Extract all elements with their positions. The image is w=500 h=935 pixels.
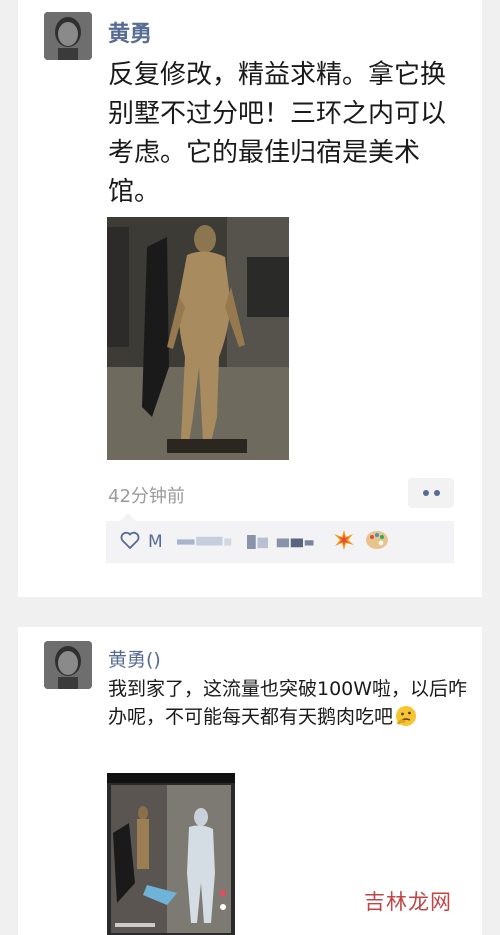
post-timestamp: 42分钟前 xyxy=(108,486,185,507)
liker-name[interactable]: M xyxy=(148,532,163,552)
moment-post-1: 黄勇 反复修改，精益求精。拿它换别墅不过分吧！三环之内可以考虑。它的最佳归宿是美… xyxy=(18,0,482,597)
avatar[interactable] xyxy=(44,12,92,60)
heart-icon xyxy=(120,531,140,553)
avatar[interactable] xyxy=(44,641,92,689)
thinking-emoji-icon xyxy=(395,705,417,735)
dot xyxy=(433,490,440,496)
more-dots-icon[interactable] xyxy=(408,478,454,508)
site-watermark: 吉林龙网 xyxy=(364,890,452,914)
collision-emoji-icon xyxy=(333,529,355,555)
author-name[interactable]: 黄勇 xyxy=(108,16,152,48)
dot xyxy=(422,490,429,496)
post-text: 反复修改，精益求精。拿它换别墅不过分吧！三环之内可以考虑。它的最佳归宿是美术馆。 xyxy=(108,60,447,207)
blurred-names xyxy=(176,535,314,549)
sculpture-photo[interactable] xyxy=(107,217,289,460)
post-text: 我到家了，这流量也突破100W啦，以后咋办呢，不可能每天都有天鹅肉吃吧 xyxy=(108,675,468,735)
author-name[interactable]: 黄勇() xyxy=(108,645,161,672)
palette-emoji-icon xyxy=(365,530,389,554)
phone-screenshot-photo[interactable] xyxy=(107,773,235,935)
likes-bar: M xyxy=(106,513,454,563)
